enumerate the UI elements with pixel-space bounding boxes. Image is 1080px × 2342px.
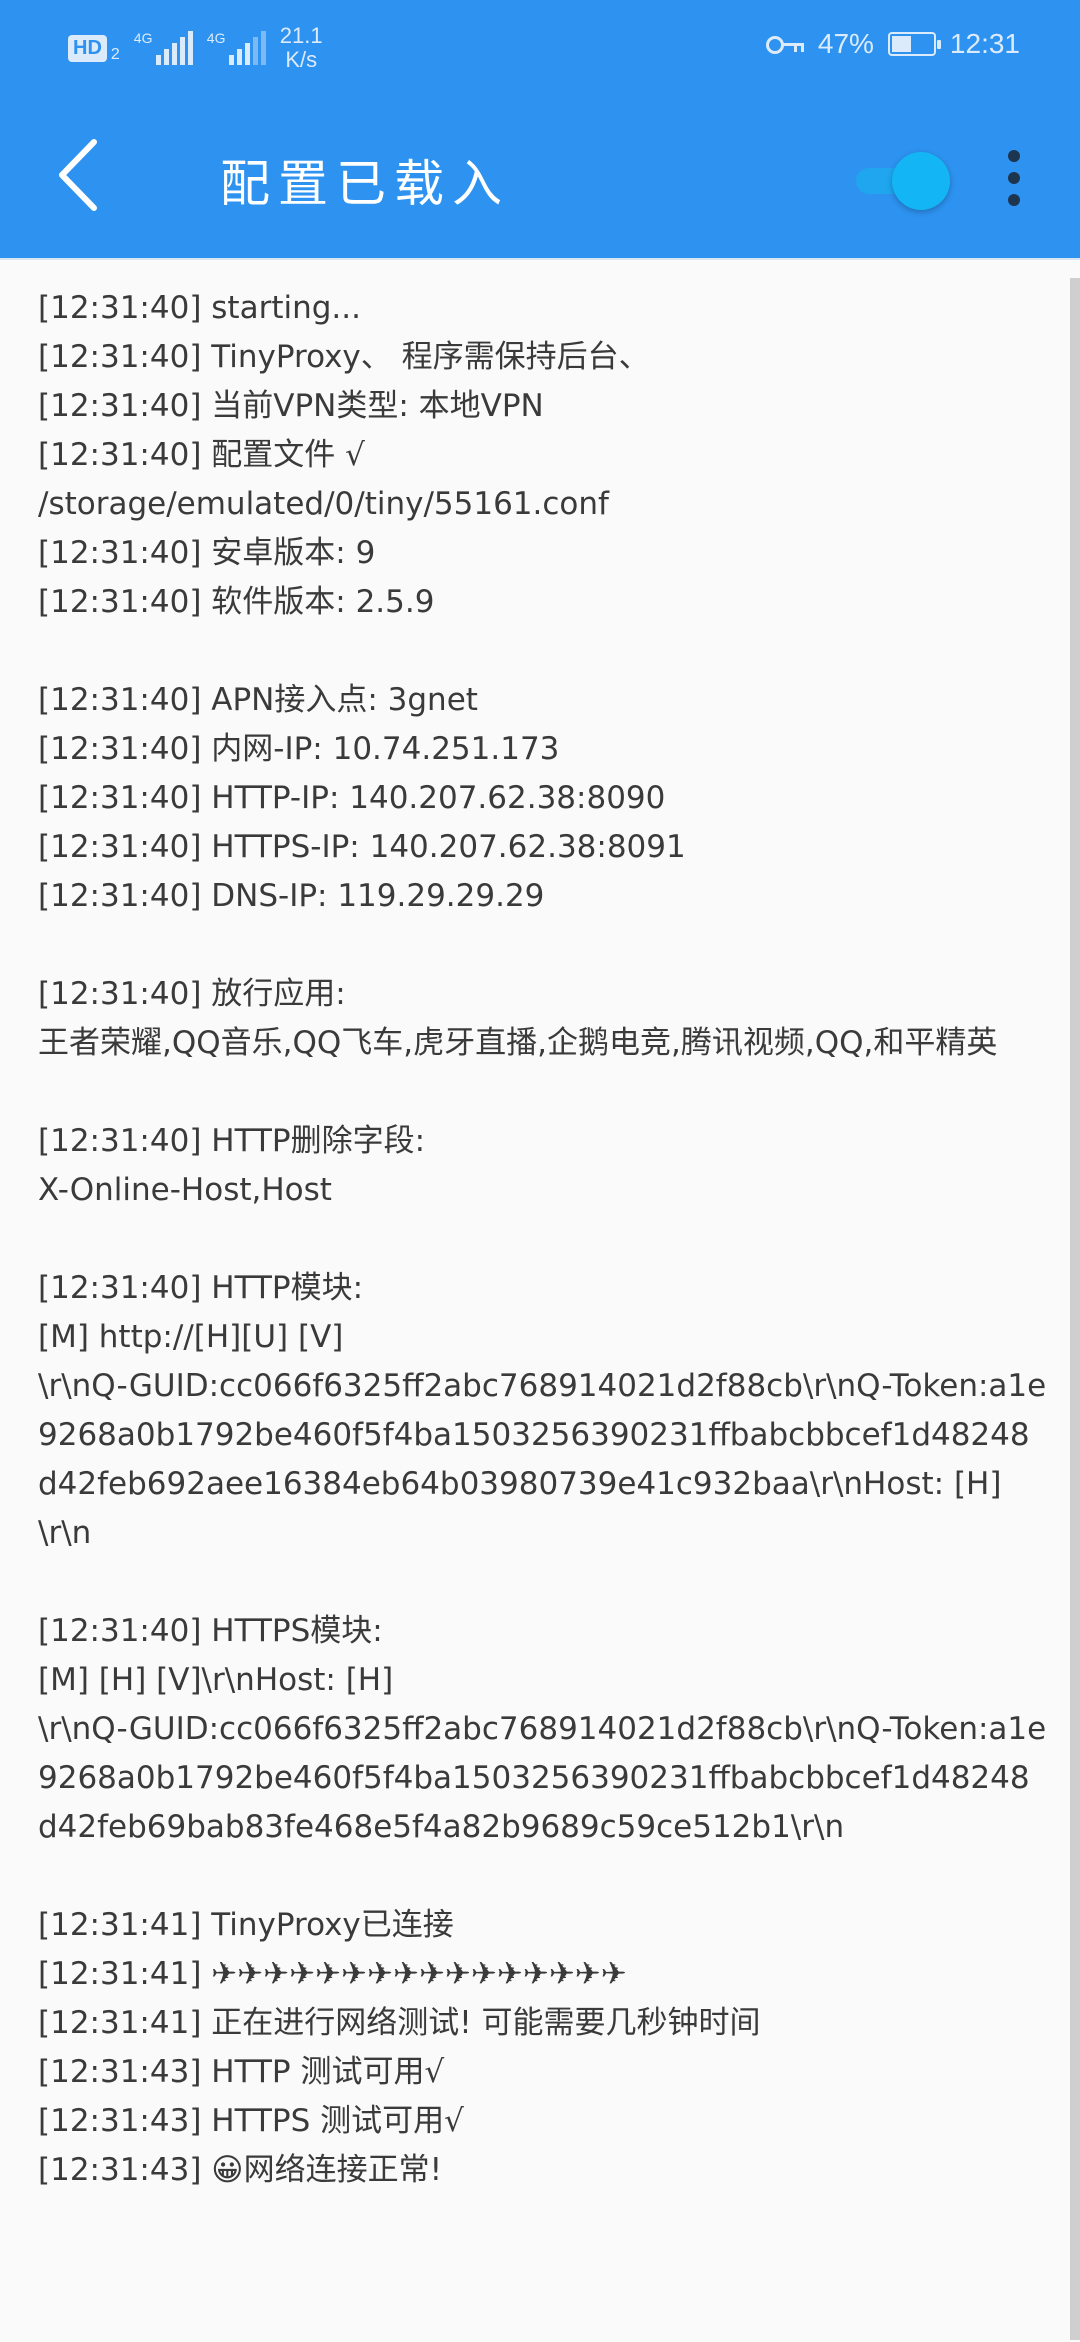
log-line: [12:31:40] HTTP模块: bbox=[38, 1270, 364, 1306]
status-right: 47% 12:31 bbox=[765, 28, 1020, 60]
back-arrow-icon[interactable] bbox=[52, 138, 112, 212]
hd-voice-icon: HD bbox=[68, 34, 107, 62]
toggle-thumb bbox=[892, 152, 950, 210]
log-panel[interactable]: [12:31:40] starting... [12:31:40] TinyPro… bbox=[0, 258, 1080, 2342]
log-line: [12:31:43] 😀网络连接正常! bbox=[38, 2152, 443, 2188]
log-line: [12:31:41] TinyProxy已连接 bbox=[38, 1907, 454, 1943]
log-line: [12:31:40] HTTP-IP: 140.207.62.38:8090 bbox=[38, 780, 666, 816]
status-left: HD 2 4G 4G 21.1 K/s bbox=[68, 24, 323, 72]
page-title: 配置已载入 bbox=[220, 155, 510, 213]
status-bar: HD 2 4G 4G 21.1 K/s 47% 12:31 bbox=[0, 0, 1080, 96]
log-line: 王者荣耀,QQ音乐,QQ飞车,虎牙直播,企鹅电竞,腾讯视频,QQ,和平精英 bbox=[38, 1025, 998, 1061]
log-line: [12:31:40] 安卓版本: 9 bbox=[38, 535, 376, 571]
hd-sim-number: 2 bbox=[110, 46, 120, 63]
log-line: [M] http://[H][U] [V] bbox=[38, 1319, 344, 1355]
network-type-label: 4G bbox=[133, 30, 153, 46]
app-bar: 配置已载入 bbox=[0, 96, 1080, 258]
log-line: [12:31:40] starting... bbox=[38, 290, 361, 326]
log-line: [12:31:40] 当前VPN类型: 本地VPN bbox=[38, 388, 544, 424]
log-line: [12:31:40] HTTPS-IP: 140.207.62.38:8091 bbox=[38, 829, 686, 865]
log-line: [12:31:40] APN接入点: 3gnet bbox=[38, 682, 478, 718]
log-line: [12:31:40] 内网-IP: 10.74.251.173 bbox=[38, 731, 560, 767]
signal-icon-sim2: 4G bbox=[207, 31, 266, 65]
log-line: \r\n bbox=[38, 1515, 92, 1551]
scrollbar[interactable] bbox=[1070, 278, 1080, 2340]
log-line: [12:31:40] HTTPS模块: bbox=[38, 1613, 383, 1649]
log-line: [12:31:41] ✈✈✈✈✈✈✈✈✈✈✈✈✈✈✈✈ bbox=[38, 1956, 627, 1992]
log-line: [M] [H] [V]\r\nHost: [H] bbox=[38, 1662, 394, 1698]
log-text: [12:31:40] starting... [12:31:40] TinyPro… bbox=[38, 284, 1048, 2195]
log-line: [12:31:40] 软件版本: 2.5.9 bbox=[38, 584, 435, 620]
speed-unit: K/s bbox=[285, 47, 318, 72]
log-line: [12:31:43] HTTPS 测试可用√ bbox=[38, 2103, 464, 2139]
clock: 12:31 bbox=[949, 28, 1020, 59]
battery-percent: 47% bbox=[817, 28, 874, 59]
signal-icon-sim1: 4G bbox=[134, 31, 193, 65]
log-line: [12:31:40] TinyProxy、 程序需保持后台、 bbox=[38, 339, 650, 375]
log-line: /storage/emulated/0/tiny/55161.conf bbox=[38, 486, 609, 522]
log-line: [12:31:43] HTTP 测试可用√ bbox=[38, 2054, 445, 2090]
log-line: [12:31:40] HTTP删除字段: bbox=[38, 1123, 426, 1159]
log-line: X-Online-Host,Host bbox=[38, 1172, 332, 1208]
log-line: \r\nQ-GUID:cc066f6325ff2abc768914021d2f8… bbox=[38, 1711, 1047, 1845]
vpn-key-icon bbox=[765, 34, 804, 54]
log-line: [12:31:40] 放行应用: bbox=[38, 976, 346, 1012]
battery-icon bbox=[887, 32, 941, 56]
network-type-label: 4G bbox=[206, 30, 226, 46]
log-line: [12:31:40] 配置文件 √ bbox=[38, 437, 365, 473]
network-speed: 21.1 K/s bbox=[280, 24, 323, 72]
more-options-icon[interactable] bbox=[996, 148, 1032, 208]
battery-fill bbox=[891, 36, 911, 52]
log-line: [12:31:41] 正在进行网络测试! 可能需要几秒钟时间 bbox=[38, 2005, 761, 2041]
log-line: [12:31:40] DNS-IP: 119.29.29.29 bbox=[38, 878, 545, 914]
vpn-toggle-switch[interactable] bbox=[852, 148, 952, 210]
speed-value: 21.1 bbox=[279, 23, 323, 48]
log-line: \r\nQ-GUID:cc066f6325ff2abc768914021d2f8… bbox=[38, 1368, 1047, 1502]
